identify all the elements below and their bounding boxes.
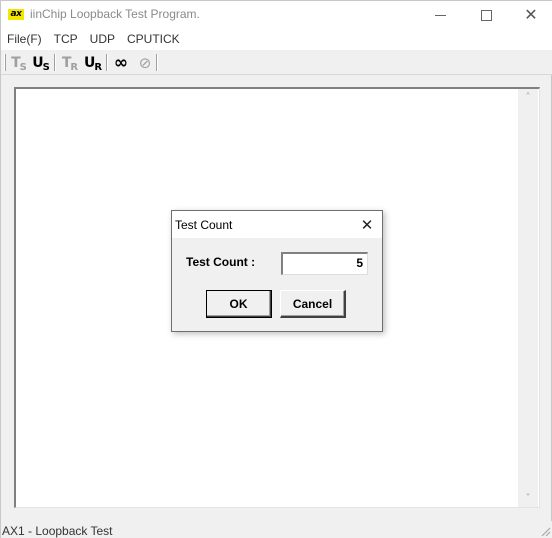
cancel-button[interactable]: Cancel	[280, 290, 346, 318]
dialog-title-bar[interactable]: Test Count ✕	[172, 211, 382, 238]
close-button[interactable]: ✕	[508, 1, 552, 29]
menu-udp[interactable]: UDP	[84, 29, 121, 50]
maximize-icon	[480, 9, 492, 21]
test-count-label: Test Count :	[186, 255, 256, 269]
resize-grip-icon[interactable]	[539, 525, 551, 537]
scroll-track[interactable]	[518, 106, 538, 490]
vertical-scrollbar[interactable]: ˄ ˅	[518, 89, 538, 507]
minimize-button[interactable]	[417, 1, 463, 29]
toolbar-separator	[106, 54, 108, 71]
toolbar-grip[interactable]	[4, 54, 6, 71]
loop-button[interactable]: ∞	[110, 52, 132, 73]
chevron-up-icon: ˄	[525, 92, 531, 103]
title-bar[interactable]: ax iinChip Loopback Test Program. ✕	[1, 1, 552, 29]
ok-button[interactable]: OK	[206, 290, 272, 318]
test-count-input[interactable]: 5	[281, 252, 368, 275]
window-title: iinChip Loopback Test Program.	[30, 7, 200, 21]
udp-recv-icon: UR	[83, 54, 103, 73]
dialog-close-button[interactable]: ✕	[357, 215, 377, 235]
stop-icon: ⊘	[138, 53, 152, 72]
tcp-server-button[interactable]: TS	[8, 52, 30, 73]
toolbar: TS US TR UR ∞ ⊘	[1, 50, 552, 75]
dialog-title: Test Count	[175, 218, 233, 232]
menu-cputick[interactable]: CPUTICK	[121, 29, 186, 50]
tcp-recv-icon: TR	[61, 54, 79, 73]
close-icon: ✕	[524, 5, 538, 24]
menu-bar: File(F) TCP UDP CPUTICK	[1, 29, 552, 50]
infinity-icon: ∞	[113, 52, 129, 73]
scroll-down-button[interactable]: ˅	[518, 490, 538, 507]
tcp-recv-button[interactable]: TR	[59, 52, 81, 73]
tcp-server-icon: TS	[11, 54, 27, 73]
menu-tcp[interactable]: TCP	[48, 29, 84, 50]
test-count-dialog: Test Count ✕ Test Count : 5 OK Cancel	[171, 210, 383, 332]
main-window: ax iinChip Loopback Test Program. ✕ File…	[0, 0, 552, 538]
menu-file[interactable]: File(F)	[1, 29, 48, 50]
minimize-icon	[434, 14, 446, 16]
udp-server-icon: US	[32, 54, 50, 73]
udp-recv-button[interactable]: UR	[82, 52, 104, 73]
stop-button[interactable]: ⊘	[134, 52, 156, 73]
scroll-up-button[interactable]: ˄	[518, 89, 538, 106]
status-bar: AX1 - Loopback Test	[1, 521, 552, 538]
status-text: AX1 - Loopback Test	[2, 524, 113, 538]
udp-server-button[interactable]: US	[30, 52, 52, 73]
toolbar-separator	[156, 54, 158, 71]
close-icon: ✕	[360, 216, 374, 234]
maximize-button[interactable]	[463, 1, 509, 29]
chevron-down-icon: ˅	[525, 493, 531, 504]
toolbar-separator	[54, 54, 56, 71]
app-icon: ax	[8, 9, 24, 20]
